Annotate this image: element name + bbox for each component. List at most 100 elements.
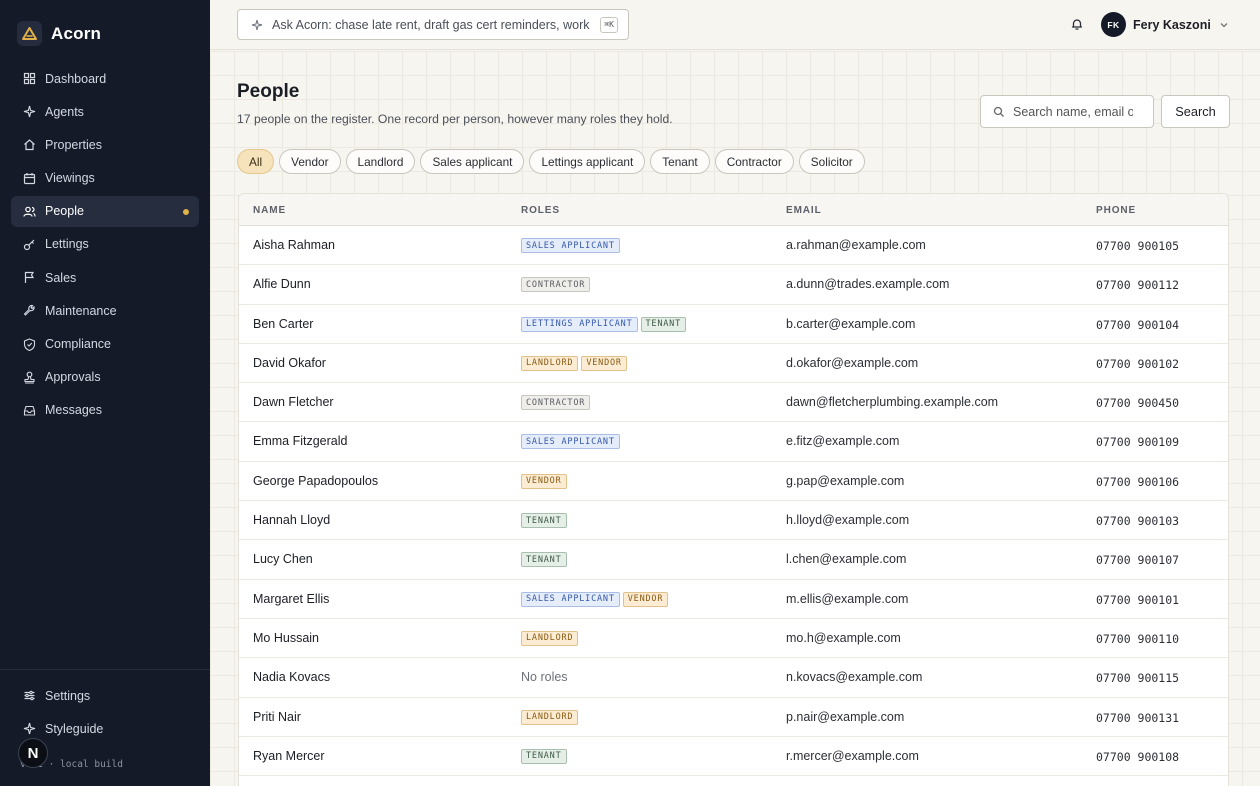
- role-badge: LANDLORD: [521, 630, 579, 646]
- person-name[interactable]: Ryan Mercer: [253, 749, 325, 763]
- sidebar-item-approvals[interactable]: Approvals: [11, 362, 199, 393]
- role-badge: LANDLORD: [521, 709, 579, 725]
- sidebar-item-agents[interactable]: Agents: [11, 96, 199, 127]
- person-email[interactable]: h.lloyd@example.com: [786, 513, 909, 527]
- filter-chip-contractor[interactable]: Contractor: [714, 149, 794, 174]
- person-email[interactable]: e.fitz@example.com: [786, 434, 899, 448]
- filter-chip-all[interactable]: All: [237, 149, 275, 174]
- chevron-down-icon: [1219, 20, 1229, 30]
- filter-chip-lettings-applicant[interactable]: Lettings applicant: [529, 149, 646, 174]
- search-field[interactable]: [980, 95, 1154, 128]
- role-filters: All Vendor Landlord Sales applicant Lettings…: [237, 149, 870, 174]
- table-row[interactable]: Hannah Lloyd TENANT h.lloyd@example.com 077…: [239, 501, 1228, 541]
- sidebar-item-label: Approvals: [45, 370, 101, 385]
- role-badge: VENDOR: [622, 591, 669, 607]
- sidebar-item-properties[interactable]: Properties: [11, 129, 199, 160]
- person-name[interactable]: David Okafor: [253, 356, 326, 370]
- person-email[interactable]: l.chen@example.com: [786, 552, 906, 566]
- table-row[interactable]: David Okafor LANDLORD VENDOR d.okafor@examp…: [239, 344, 1228, 384]
- person-name[interactable]: Priti Nair: [253, 710, 301, 724]
- sidebar-item-label: People: [45, 204, 84, 219]
- column-header-email[interactable]: EMAIL: [786, 205, 822, 216]
- role-badge: CONTRACTOR: [521, 277, 591, 293]
- sidebar: Acorn Dashboard Agents Properties Viewings P…: [0, 0, 210, 786]
- topbar: Ask Acorn: chase late rent, draft gas ce…: [210, 0, 1260, 50]
- main-content: People 17 people on the register. One re…: [210, 51, 1260, 786]
- column-header-phone[interactable]: PHONE: [1096, 205, 1136, 216]
- table-row[interactable]: Alfie Dunn CONTRACTOR a.dunn@trades.exampl…: [239, 265, 1228, 305]
- person-name[interactable]: George Papadopoulos: [253, 474, 378, 488]
- person-roles: LANDLORD: [521, 709, 581, 725]
- filter-chip-vendor[interactable]: Vendor: [279, 149, 341, 174]
- person-email[interactable]: d.okafor@example.com: [786, 356, 918, 370]
- table-row[interactable]: Margaret Ellis SALES APPLICANT VENDOR m.ell…: [239, 580, 1228, 619]
- person-name[interactable]: Lucy Chen: [253, 552, 313, 566]
- person-roles: SALES APPLICANT: [521, 238, 623, 253]
- person-name[interactable]: Nadia Kovacs: [253, 670, 330, 684]
- search-input[interactable]: [1013, 104, 1133, 119]
- person-email[interactable]: r.mercer@example.com: [786, 749, 919, 763]
- column-header-roles[interactable]: ROLES: [521, 205, 560, 216]
- sidebar-item-label: Styleguide: [45, 721, 104, 736]
- table-row[interactable]: Dawn Fletcher CONTRACTOR dawn@fletcherplum…: [239, 383, 1228, 423]
- column-header-name[interactable]: NAME: [253, 205, 286, 216]
- filter-chip-solicitor[interactable]: Solicitor: [798, 149, 865, 174]
- sidebar-bottom-nav: Settings Styleguide: [11, 680, 199, 746]
- person-email[interactable]: a.rahman@example.com: [786, 238, 926, 252]
- person-email[interactable]: a.dunn@trades.example.com: [786, 277, 949, 291]
- person-email[interactable]: p.nair@example.com: [786, 710, 904, 724]
- table-row[interactable]: George Papadopoulos VENDOR g.pap@example.c…: [239, 462, 1228, 502]
- table-row[interactable]: Priti Nair LANDLORD p.nair@example.com 0770…: [239, 698, 1228, 737]
- table-row[interactable]: Emma Fitzgerald SALES APPLICANT e.fitz@exa…: [239, 422, 1228, 462]
- sparkle-icon: [22, 105, 36, 119]
- sidebar-item-viewings[interactable]: Viewings: [11, 163, 199, 194]
- person-phone: 07700 900104: [1096, 317, 1180, 332]
- filter-chip-landlord[interactable]: Landlord: [345, 149, 416, 174]
- person-email[interactable]: n.kovacs@example.com: [786, 670, 922, 684]
- person-name[interactable]: Aisha Rahman: [253, 238, 335, 252]
- person-name[interactable]: Hannah Lloyd: [253, 513, 330, 527]
- brand[interactable]: Acorn: [17, 21, 101, 46]
- search-button[interactable]: Search: [1161, 95, 1230, 128]
- n-badge[interactable]: N: [18, 738, 48, 768]
- sidebar-item-dashboard[interactable]: Dashboard: [11, 63, 199, 94]
- ask-acorn-input[interactable]: Ask Acorn: chase late rent, draft gas ce…: [237, 9, 629, 40]
- sidebar-item-sales[interactable]: Sales: [11, 262, 199, 293]
- sidebar-item-messages[interactable]: Messages: [11, 395, 199, 426]
- sidebar-item-label: Lettings: [45, 237, 89, 252]
- person-name[interactable]: Emma Fitzgerald: [253, 434, 347, 448]
- person-email[interactable]: b.carter@example.com: [786, 317, 915, 331]
- person-name[interactable]: Margaret Ellis: [253, 592, 329, 606]
- person-name[interactable]: Mo Hussain: [253, 631, 319, 645]
- table-row[interactable]: Mo Hussain LANDLORD mo.h@example.com 07700 …: [239, 619, 1228, 659]
- sidebar-item-label: Sales: [45, 270, 77, 285]
- sidebar-item-settings[interactable]: Settings: [11, 680, 199, 711]
- person-roles: SALES APPLICANT VENDOR: [521, 591, 671, 607]
- sidebar-item-compliance[interactable]: Compliance: [11, 329, 199, 360]
- table-row[interactable]: Nadia Kovacs No roles n.kovacs@example.com…: [239, 658, 1228, 698]
- person-email[interactable]: m.ellis@example.com: [786, 592, 908, 606]
- person-email[interactable]: mo.h@example.com: [786, 631, 901, 645]
- sidebar-divider: [0, 669, 210, 670]
- grid-icon: [22, 72, 36, 86]
- bell-icon[interactable]: [1070, 17, 1084, 31]
- person-name[interactable]: Alfie Dunn: [253, 277, 311, 291]
- person-email[interactable]: g.pap@example.com: [786, 474, 904, 488]
- sidebar-item-maintenance[interactable]: Maintenance: [11, 295, 199, 326]
- table-row[interactable]: Ben Carter LETTINGS APPLICANT TENANT b.cart…: [239, 305, 1228, 344]
- person-roles: LANDLORD VENDOR: [521, 355, 630, 371]
- filter-chip-sales-applicant[interactable]: Sales applicant: [420, 149, 525, 174]
- user-menu[interactable]: FK Fery Kaszoni: [1101, 12, 1229, 37]
- sidebar-item-lettings[interactable]: Lettings: [11, 229, 199, 260]
- person-name[interactable]: Ben Carter: [253, 317, 313, 331]
- sidebar-item-people[interactable]: People: [11, 195, 199, 227]
- filter-chip-tenant[interactable]: Tenant: [650, 149, 710, 174]
- shortcut-hint: ⌘K: [600, 17, 618, 33]
- person-name[interactable]: Dawn Fletcher: [253, 395, 334, 409]
- table-row[interactable]: Aisha Rahman SALES APPLICANT a.rahman@exam…: [239, 226, 1228, 266]
- table-row[interactable]: Ryan Mercer TENANT r.mercer@example.com 077…: [239, 737, 1228, 777]
- no-roles-label: No roles: [521, 670, 568, 685]
- table-row[interactable]: Lucy Chen TENANT l.chen@example.com 07700 9…: [239, 540, 1228, 580]
- person-email[interactable]: dawn@fletcherplumbing.example.com: [786, 395, 998, 409]
- wrench-icon: [22, 304, 36, 318]
